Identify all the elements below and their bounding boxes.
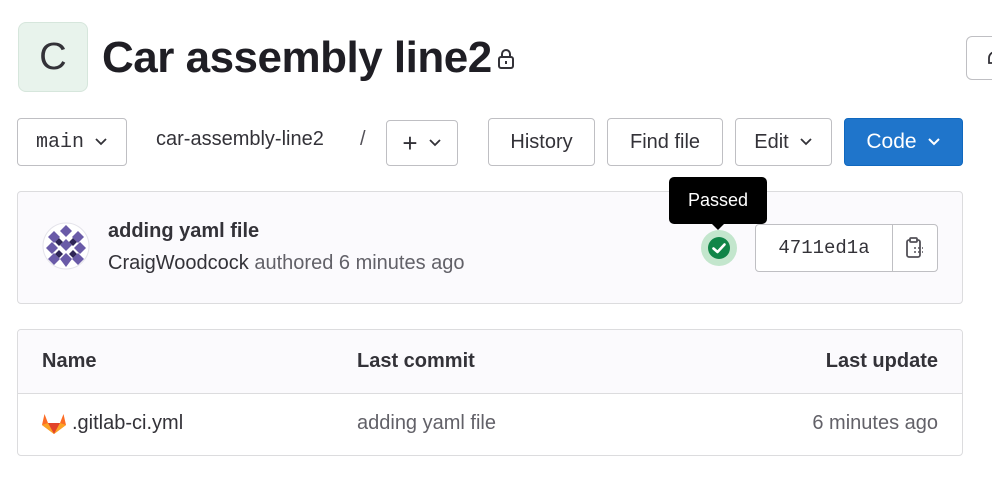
chevron-down-icon xyxy=(428,139,441,147)
column-header-name: Name xyxy=(42,350,97,372)
notifications-button[interactable] xyxy=(966,36,992,80)
author-avatar[interactable] xyxy=(42,222,90,270)
chevron-down-icon xyxy=(95,138,107,146)
bell-icon xyxy=(988,51,992,64)
commit-authored-text: authored 6 minutes ago xyxy=(254,252,465,274)
copy-icon xyxy=(906,237,923,258)
breadcrumb-separator: / xyxy=(360,128,366,150)
commit-meta: CraigWoodcock authored 6 minutes ago xyxy=(108,252,465,275)
branch-name: main xyxy=(35,130,84,154)
file-last-commit-link[interactable]: adding yaml file xyxy=(357,412,496,435)
commit-title[interactable]: adding yaml file xyxy=(108,220,259,243)
file-name-link[interactable]: .gitlab-ci.yml xyxy=(72,412,183,435)
column-header-last-update: Last update xyxy=(825,350,938,372)
lock-icon xyxy=(498,49,514,69)
edit-dropdown-button[interactable]: Edit xyxy=(735,118,832,166)
edit-label: Edit xyxy=(754,130,789,153)
plus-icon: + xyxy=(402,128,418,158)
column-header-last-commit: Last commit xyxy=(357,350,475,372)
code-dropdown-button[interactable]: Code xyxy=(844,118,963,166)
code-label: Code xyxy=(866,130,917,153)
project-avatar: C xyxy=(18,22,88,92)
copy-sha-button[interactable] xyxy=(893,225,937,271)
file-table: Name Last commit Last update .gitlab-ci.… xyxy=(17,329,963,456)
pipeline-status-tooltip: Passed xyxy=(669,177,767,224)
file-last-update: 6 minutes ago xyxy=(812,412,938,434)
breadcrumb-project[interactable]: car-assembly-line2 xyxy=(156,128,324,151)
page-title: Car assembly line2 xyxy=(102,33,492,82)
project-avatar-letter: C xyxy=(39,35,67,78)
pipeline-status-icon[interactable] xyxy=(700,229,738,267)
add-dropdown-button[interactable]: + xyxy=(386,120,458,166)
commit-author-link[interactable]: CraigWoodcock xyxy=(108,252,249,274)
gitlab-file-icon xyxy=(42,414,66,434)
commit-sha-group: 4711ed1a xyxy=(755,224,938,272)
commit-sha-button[interactable]: 4711ed1a xyxy=(756,225,893,271)
chevron-down-icon xyxy=(927,138,940,146)
branch-selector[interactable]: main xyxy=(17,118,127,166)
table-header: Name Last commit Last update xyxy=(18,330,962,394)
find-file-button[interactable]: Find file xyxy=(607,118,723,166)
chevron-down-icon xyxy=(800,138,812,146)
history-button[interactable]: History xyxy=(488,118,595,166)
